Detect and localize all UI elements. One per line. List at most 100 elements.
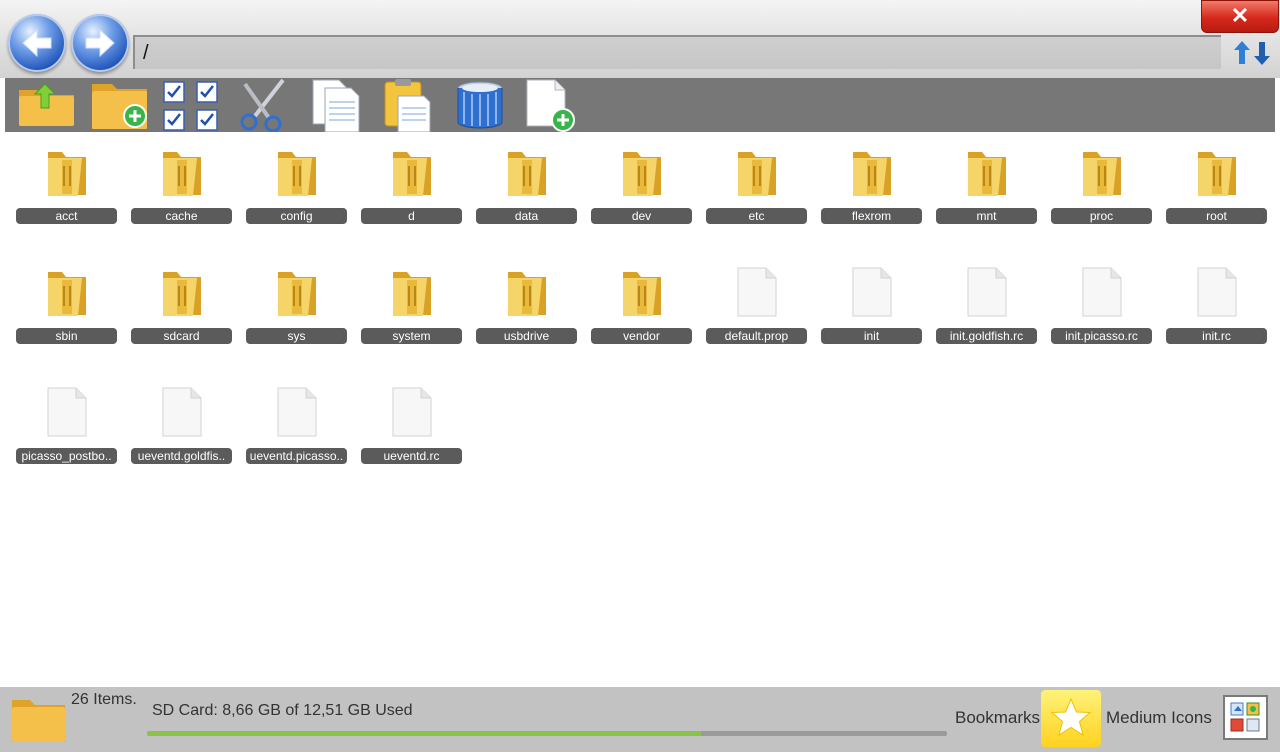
file-item[interactable]: picasso_postbo.. xyxy=(16,380,117,464)
folder-item[interactable]: sbin xyxy=(16,260,117,344)
folder-icon xyxy=(163,152,201,196)
file-item[interactable]: init.rc xyxy=(1166,260,1267,344)
view-grid-icon xyxy=(1230,702,1260,732)
file-name-label: init.goldfish.rc xyxy=(936,328,1037,344)
file-name-label: acct xyxy=(16,208,117,224)
folder-icon xyxy=(393,272,431,316)
file-name-label: system xyxy=(361,328,462,344)
file-name-label: vendor xyxy=(591,328,692,344)
folder-icon xyxy=(48,152,86,196)
file-name-label: config xyxy=(246,208,347,224)
file-name-label: data xyxy=(476,208,577,224)
file-name-label: sys xyxy=(246,328,347,344)
file-name-label: root xyxy=(1166,208,1267,224)
file-item[interactable]: ueventd.goldfis.. xyxy=(131,380,232,464)
document-icon xyxy=(277,387,317,437)
folder-icon xyxy=(393,152,431,196)
file-add-icon xyxy=(526,79,575,132)
bookmarks-label[interactable]: Bookmarks xyxy=(955,708,1040,728)
document-icon xyxy=(737,267,777,317)
folder-icon xyxy=(853,152,891,196)
refresh-button[interactable] xyxy=(1230,38,1274,68)
file-name-label: etc xyxy=(706,208,807,224)
folder-item[interactable]: mnt xyxy=(936,140,1037,224)
folder-icon xyxy=(1198,152,1236,196)
file-name-label: mnt xyxy=(936,208,1037,224)
copy-button[interactable] xyxy=(307,78,371,132)
refresh-arrows-icon xyxy=(1234,41,1270,65)
file-name-label: default.prop xyxy=(706,328,807,344)
new-file-button[interactable] xyxy=(523,78,587,132)
copy-icon xyxy=(312,79,360,132)
folder-icon xyxy=(738,152,776,196)
items-count: 26 Items. xyxy=(71,691,137,708)
folder-icon xyxy=(163,272,201,316)
folder-item[interactable]: sys xyxy=(246,260,347,344)
forward-arrow-icon xyxy=(85,28,115,58)
bookmarks-button[interactable] xyxy=(1041,690,1101,747)
trash-bin-icon xyxy=(457,81,503,129)
document-icon xyxy=(47,387,87,437)
folder-icon xyxy=(278,152,316,196)
folder-item[interactable]: flexrom xyxy=(821,140,922,224)
new-folder-button[interactable] xyxy=(89,78,153,132)
folder-item[interactable]: cache xyxy=(131,140,232,224)
folder-item[interactable]: system xyxy=(361,260,462,344)
file-item[interactable]: ueventd.picasso.. xyxy=(246,380,347,464)
document-icon xyxy=(967,267,1007,317)
folder-icon xyxy=(48,272,86,316)
sd-card-progress xyxy=(147,731,947,736)
cut-button[interactable] xyxy=(233,78,297,132)
back-button[interactable] xyxy=(8,14,66,72)
file-name-label: init xyxy=(821,328,922,344)
document-icon xyxy=(392,387,432,437)
file-name-label: init.rc xyxy=(1166,328,1267,344)
file-item[interactable]: init.picasso.rc xyxy=(1051,260,1152,344)
file-item[interactable]: ueventd.rc xyxy=(361,380,462,464)
folder-item[interactable]: etc xyxy=(706,140,807,224)
up-folder-button[interactable] xyxy=(15,78,79,132)
view-mode-button[interactable] xyxy=(1223,695,1268,740)
file-name-label: sbin xyxy=(16,328,117,344)
file-item[interactable]: default.prop xyxy=(706,260,807,344)
file-name-label: picasso_postbo.. xyxy=(16,448,117,464)
delete-button[interactable] xyxy=(450,78,514,132)
folder-item[interactable]: config xyxy=(246,140,347,224)
folder-up-icon xyxy=(19,83,74,126)
folder-item[interactable]: vendor xyxy=(591,260,692,344)
document-icon xyxy=(162,387,202,437)
folder-icon xyxy=(278,272,316,316)
folder-item[interactable]: sdcard xyxy=(131,260,232,344)
close-button[interactable]: ✕ xyxy=(1201,0,1279,33)
path-input[interactable] xyxy=(133,35,1221,69)
forward-button[interactable] xyxy=(71,14,129,72)
folder-add-icon xyxy=(92,84,147,129)
file-name-label: ueventd.rc xyxy=(361,448,462,464)
folder-item[interactable]: data xyxy=(476,140,577,224)
folder-item[interactable]: acct xyxy=(16,140,117,224)
view-mode-label[interactable]: Medium Icons xyxy=(1106,708,1212,728)
file-name-label: d xyxy=(361,208,462,224)
folder-icon xyxy=(508,272,546,316)
folder-icon xyxy=(968,152,1006,196)
top-bar: ✕ xyxy=(0,0,1280,78)
file-name-label: ueventd.picasso.. xyxy=(246,448,347,464)
folder-icon xyxy=(12,700,65,742)
paste-button[interactable] xyxy=(380,78,444,132)
folder-item[interactable]: root xyxy=(1166,140,1267,224)
file-item[interactable]: init xyxy=(821,260,922,344)
file-name-label: cache xyxy=(131,208,232,224)
folder-item[interactable]: d xyxy=(361,140,462,224)
status-bar: 26 Items. SD Card: 8,66 GB of 12,51 GB U… xyxy=(0,687,1280,752)
checkboxes-icon xyxy=(163,81,218,131)
paste-icon xyxy=(384,79,431,132)
folder-icon xyxy=(1083,152,1121,196)
folder-item[interactable]: proc xyxy=(1051,140,1152,224)
select-all-button[interactable] xyxy=(161,78,225,132)
folder-item[interactable]: usbdrive xyxy=(476,260,577,344)
scissors-icon xyxy=(240,78,285,132)
file-item[interactable]: init.goldfish.rc xyxy=(936,260,1037,344)
file-name-label: flexrom xyxy=(821,208,922,224)
folder-item[interactable]: dev xyxy=(591,140,692,224)
star-icon xyxy=(1050,697,1092,737)
